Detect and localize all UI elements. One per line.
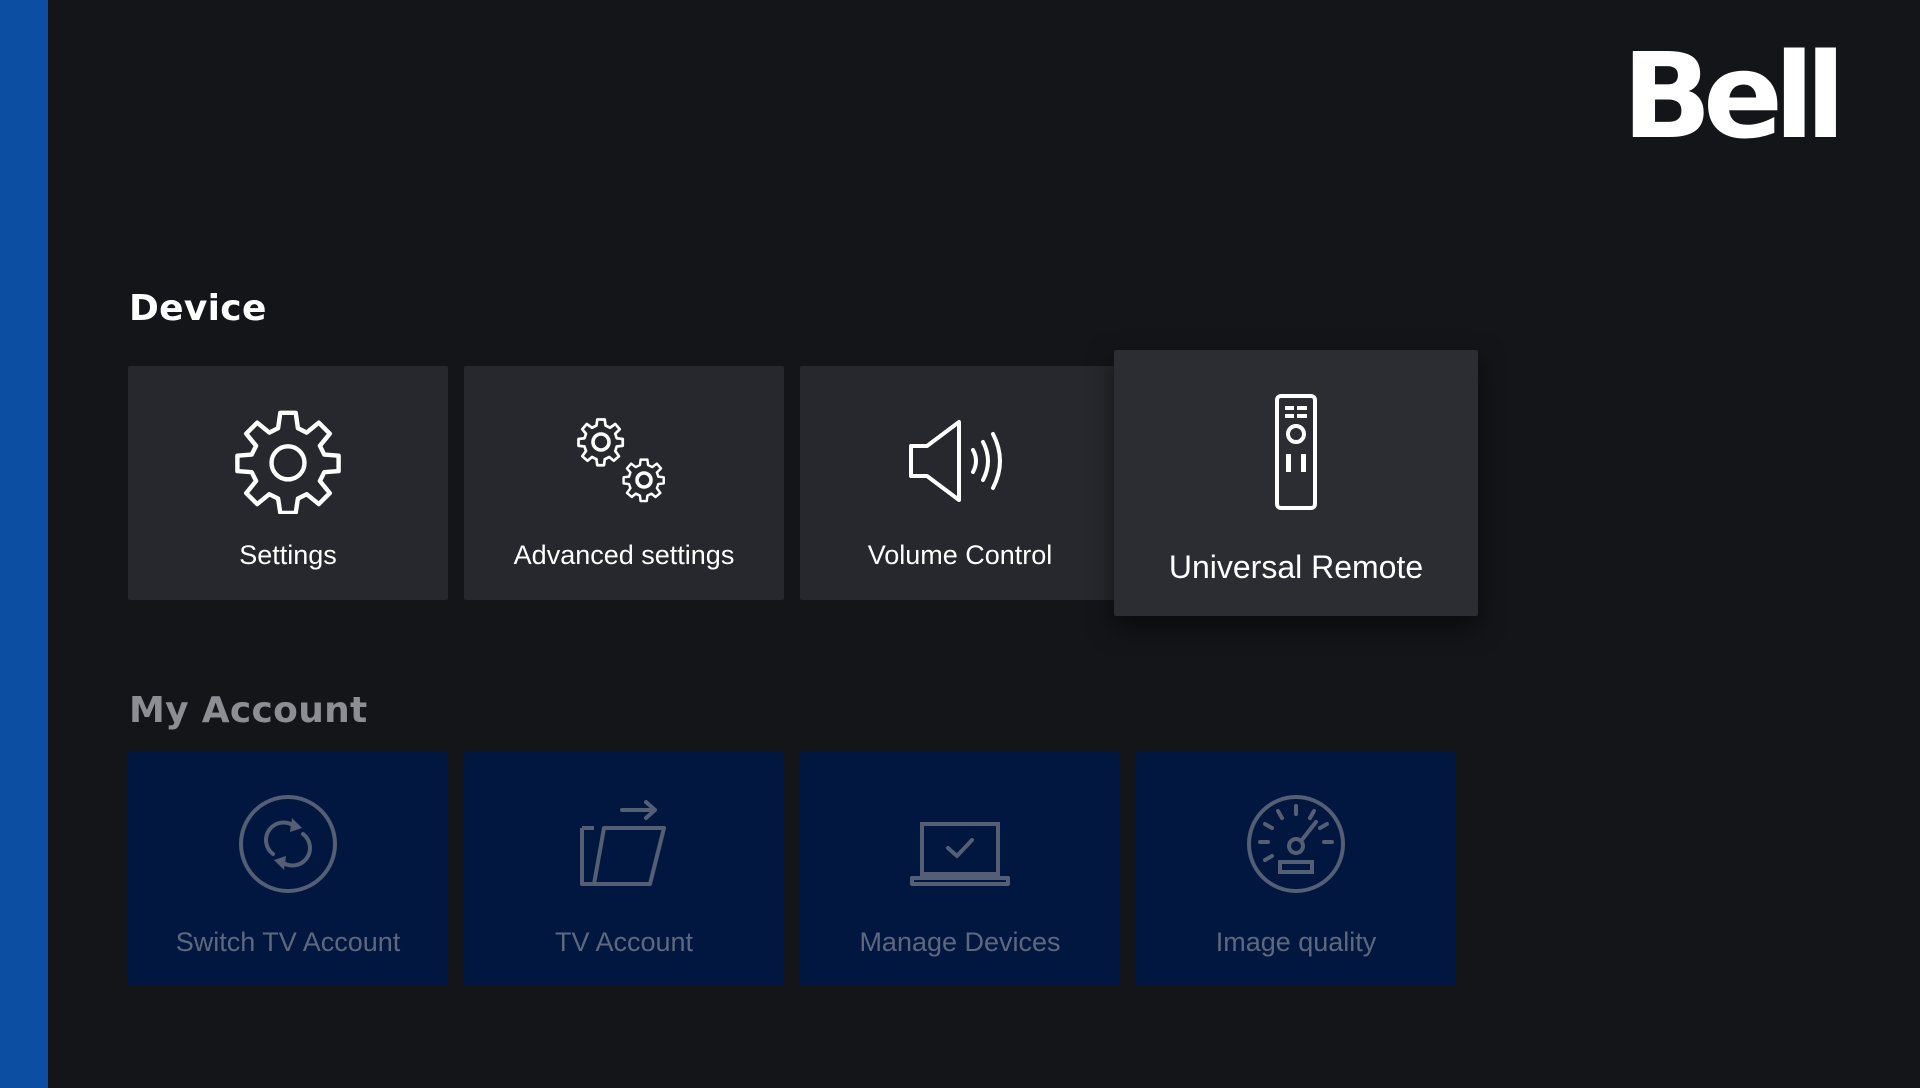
volume-control-tile[interactable]: Volume Control xyxy=(800,366,1120,600)
speedometer-icon xyxy=(1247,795,1345,893)
volume-control-label: Volume Control xyxy=(867,540,1053,570)
bell-logo: Bell xyxy=(1622,27,1846,165)
switch-tv-account-label: Switch TV Account xyxy=(175,927,401,957)
settings-screen: Bell Device Settings Advanced settings V… xyxy=(0,0,1920,1088)
folder-export-icon xyxy=(580,800,666,886)
gear-icon xyxy=(235,410,341,514)
manage-devices-label: Manage Devices xyxy=(859,927,1061,957)
advanced-settings-tile[interactable]: Advanced settings xyxy=(464,366,784,600)
settings-label: Settings xyxy=(239,540,337,570)
universal-remote-label: Universal Remote xyxy=(1168,549,1424,585)
advanced-settings-label: Advanced settings xyxy=(513,540,735,570)
settings-tile[interactable]: Settings xyxy=(128,366,448,600)
image-quality-label: Image quality xyxy=(1215,927,1377,957)
gears-icon xyxy=(577,418,665,503)
refresh-circle-icon xyxy=(239,795,337,893)
side-accent-strip xyxy=(0,0,48,1088)
tv-account-label: TV Account xyxy=(554,927,694,957)
switch-tv-account-tile[interactable]: Switch TV Account xyxy=(128,752,448,986)
image-quality-tile[interactable]: Image quality xyxy=(1136,752,1456,986)
device-section-title: Device xyxy=(129,288,267,329)
manage-devices-tile[interactable]: Manage Devices xyxy=(800,752,1120,986)
tv-account-tile[interactable]: TV Account xyxy=(464,752,784,986)
universal-remote-tile[interactable]: Universal Remote xyxy=(1114,350,1478,616)
laptop-check-icon xyxy=(910,822,1010,886)
my-account-section-title: My Account xyxy=(129,690,368,731)
speaker-icon xyxy=(909,420,1002,502)
remote-control-icon xyxy=(1275,394,1317,510)
